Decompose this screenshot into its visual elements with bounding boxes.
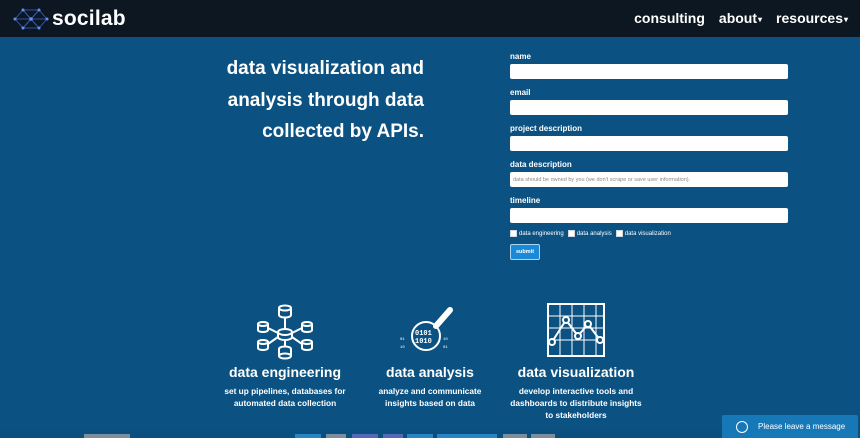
checkbox-box[interactable]	[615, 230, 623, 237]
magnifier-binary-icon: 0101 1010 01 10 10 01	[400, 307, 453, 351]
service-checkboxes: data engineering data analysis data visu…	[510, 230, 788, 237]
service-description: analyze and communicate insights based on…	[378, 386, 482, 408]
email-field[interactable]	[510, 100, 788, 115]
svg-text:10: 10	[443, 338, 448, 342]
svg-text:01: 01	[400, 338, 405, 342]
svg-text:01: 01	[443, 346, 448, 350]
main-menu: consulting about▾ resources▾	[634, 10, 848, 26]
email-label: email	[510, 88, 531, 97]
footer-element	[503, 434, 527, 438]
service-data-visualization: data visualization develop interactive t…	[501, 302, 651, 421]
name-field[interactable]	[510, 64, 788, 79]
menu-consulting[interactable]: consulting	[634, 10, 705, 26]
timeline-label: timeline	[510, 196, 541, 205]
footer-element	[295, 434, 321, 438]
service-description: develop interactive tools and dashboards …	[510, 386, 642, 420]
service-title: data engineering	[228, 364, 342, 380]
svg-text:10: 10	[400, 346, 405, 350]
contact-form: name email project description data desc…	[510, 50, 788, 260]
project-description-label: project description	[510, 124, 583, 133]
footer-element	[352, 434, 378, 438]
checkbox-data-analysis[interactable]: data analysis	[567, 230, 612, 237]
footer-element	[84, 434, 130, 438]
checkbox-box[interactable]	[510, 230, 517, 237]
chat-widget[interactable]: Please leave a message	[722, 415, 858, 438]
hero-line-3: collected by APIs.	[262, 121, 424, 142]
footer-element	[407, 434, 433, 438]
line-chart-icon	[547, 303, 605, 357]
svg-text:1010: 1010	[415, 338, 432, 346]
menu-resources[interactable]: resources▾	[776, 10, 848, 26]
service-title: data analysis	[386, 364, 474, 380]
footer-element	[531, 434, 555, 438]
footer-element	[326, 434, 346, 438]
chat-label: Please leave a message	[758, 422, 846, 431]
submit-button[interactable]: submit	[510, 244, 541, 260]
service-title: data visualization	[517, 364, 635, 380]
hero-line-1: data visualization and	[226, 58, 424, 79]
checkbox-box[interactable]	[567, 230, 575, 237]
timeline-field[interactable]	[510, 208, 788, 223]
footer-element	[437, 434, 497, 438]
hero-line-2: analysis through data	[227, 89, 424, 111]
data-description-field[interactable]	[510, 172, 788, 187]
service-data-engineering: data engineering set up pipelines, datab…	[210, 302, 360, 409]
project-description-field[interactable]	[510, 136, 788, 151]
menu-about[interactable]: about▾	[719, 10, 762, 26]
caret-down-icon: ▾	[843, 14, 848, 24]
database-network-icon	[257, 304, 313, 360]
footer-element	[383, 434, 403, 438]
data-description-label: data description	[510, 160, 572, 169]
caret-down-icon: ▾	[758, 14, 763, 24]
network-logo-icon	[13, 8, 49, 29]
hero-heading: data visualization and analysis through …	[170, 53, 424, 148]
svg-text:0101: 0101	[415, 330, 432, 338]
service-data-analysis: 0101 1010 01 10 10 01 data analysis anal…	[355, 302, 505, 409]
checkbox-data-visualization[interactable]: data visualization	[615, 230, 671, 237]
brand[interactable]: socilab	[13, 5, 126, 32]
checkbox-data-engineering[interactable]: data engineering	[510, 230, 564, 237]
brand-name: socilab	[52, 6, 126, 30]
name-label: name	[510, 52, 531, 61]
navbar: socilab consulting about▾ resources▾	[0, 0, 860, 37]
chat-clock-icon	[736, 420, 748, 433]
service-description: set up pipelines, databases for automated…	[224, 386, 346, 408]
